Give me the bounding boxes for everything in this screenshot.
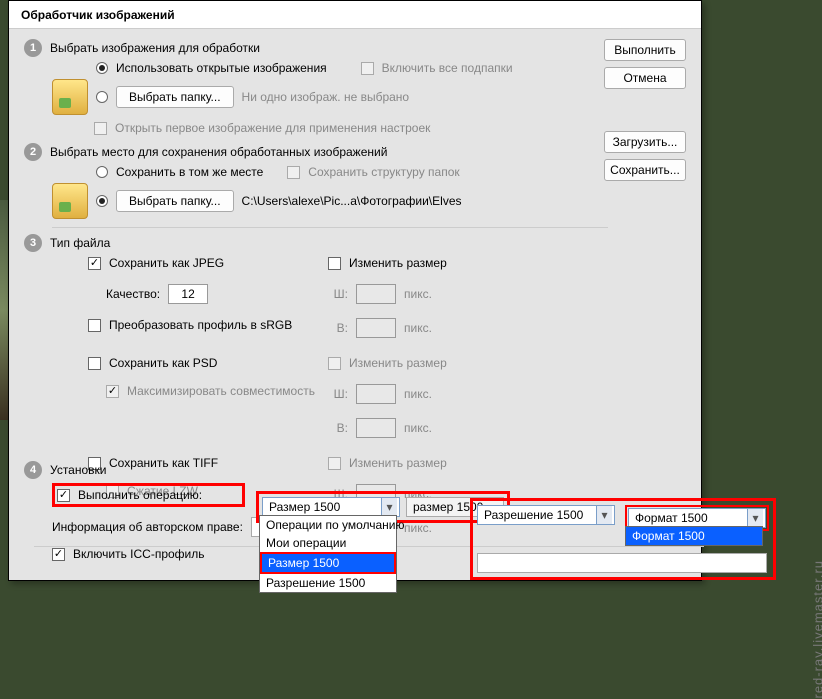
action-set-dropdown[interactable]: Размер 1500▾ bbox=[262, 497, 400, 517]
pick-folder-button-1[interactable]: Выбрать папку... bbox=[116, 86, 234, 108]
psd-label: Сохранить как PSD bbox=[109, 356, 217, 370]
radio-use-open[interactable] bbox=[96, 62, 108, 74]
chk-icc[interactable] bbox=[52, 548, 65, 561]
ext-dropdown-2[interactable]: Формат 1500▾ bbox=[628, 508, 766, 528]
cancel-button[interactable]: Отмена bbox=[604, 67, 686, 89]
jpeg-label: Сохранить как JPEG bbox=[109, 256, 224, 270]
maxcompat-label: Максимизировать совместимость bbox=[127, 384, 315, 398]
save-path: C:\Users\alexe\Pic...a\Фотографии\Elves bbox=[242, 194, 462, 208]
srgb-label: Преобразовать профиль в sRGB bbox=[109, 318, 292, 332]
chk-jpeg[interactable] bbox=[88, 257, 101, 270]
watermark: red-ray.livemaster.ru bbox=[811, 560, 822, 699]
pick-folder-button-2[interactable]: Выбрать папку... bbox=[116, 190, 234, 212]
dd-item-default[interactable]: Операции по умолчанию bbox=[260, 516, 396, 534]
ext-dropdown-2-list[interactable]: Формат 1500 bbox=[625, 526, 763, 546]
dialog-title: Обработчик изображений bbox=[21, 8, 175, 22]
chk-maxcompat bbox=[106, 385, 119, 398]
save-button[interactable]: Сохранить... bbox=[604, 159, 686, 181]
step-badge-4: 4 bbox=[24, 461, 42, 479]
open-first-label: Открыть первое изображение для применени… bbox=[115, 121, 430, 135]
chk-resize-jpeg[interactable] bbox=[328, 257, 341, 270]
resize-jpeg-label: Изменить размер bbox=[349, 256, 447, 270]
chevron-down-icon: ▾ bbox=[381, 498, 397, 516]
section4-title: Установки bbox=[50, 463, 106, 477]
folder-icon-2 bbox=[52, 183, 88, 219]
none-selected-label: Ни одно изображ. не выбрано bbox=[242, 90, 410, 104]
folder-icon bbox=[52, 79, 88, 115]
chk-srgb[interactable] bbox=[88, 319, 101, 332]
use-open-label: Использовать открытые изображения bbox=[116, 61, 327, 75]
step-badge-3: 3 bbox=[24, 234, 42, 252]
psd-w bbox=[356, 384, 396, 404]
resize-psd-label: Изменить размер bbox=[349, 356, 447, 370]
quality-input[interactable] bbox=[168, 284, 208, 304]
jpeg-w bbox=[356, 284, 396, 304]
chk-psd[interactable] bbox=[88, 357, 101, 370]
ext-dropdown-1[interactable]: Разрешение 1500▾ bbox=[477, 505, 615, 525]
psd-h bbox=[356, 418, 396, 438]
keep-structure-label: Сохранить структуру папок bbox=[308, 165, 459, 179]
same-place-label: Сохранить в том же месте bbox=[116, 165, 263, 179]
chk-open-first bbox=[94, 122, 107, 135]
section2-title: Выбрать место для сохранения обработанны… bbox=[50, 145, 387, 159]
dd-item-res1500[interactable]: Разрешение 1500 bbox=[260, 574, 396, 592]
load-button[interactable]: Загрузить... bbox=[604, 131, 686, 153]
highlight-run-action: Выполнить операцию: bbox=[52, 483, 245, 507]
step-badge-1: 1 bbox=[24, 39, 42, 57]
chevron-down-icon: ▾ bbox=[596, 506, 612, 524]
dd-item-size1500[interactable]: Размер 1500 bbox=[262, 554, 394, 572]
ext-text-input[interactable] bbox=[477, 553, 767, 573]
section3-title: Тип файла bbox=[50, 236, 110, 250]
chk-run-action[interactable] bbox=[57, 489, 70, 502]
section1-title: Выбрать изображения для обработки bbox=[50, 41, 260, 55]
action-set-list[interactable]: Операции по умолчанию Мои операции Разме… bbox=[259, 515, 397, 593]
quality-label: Качество: bbox=[106, 287, 160, 301]
radio-pick-folder[interactable] bbox=[96, 91, 108, 103]
radio-same-place[interactable] bbox=[96, 166, 108, 178]
title-bar: Обработчик изображений bbox=[9, 1, 701, 29]
chk-keep-structure bbox=[287, 166, 300, 179]
run-action-label: Выполнить операцию: bbox=[78, 488, 202, 502]
chevron-down-icon: ▾ bbox=[747, 509, 763, 527]
chk-subfolders bbox=[361, 62, 374, 75]
radio-save-folder[interactable] bbox=[96, 195, 108, 207]
subfolders-label: Включить все подпапки bbox=[382, 61, 513, 75]
chk-resize-psd bbox=[328, 357, 341, 370]
dd-item-format1500[interactable]: Формат 1500 bbox=[626, 527, 762, 545]
step-badge-2: 2 bbox=[24, 143, 42, 161]
copyright-label: Информация об авторском праве: bbox=[52, 520, 243, 534]
dd-item-my[interactable]: Мои операции bbox=[260, 534, 396, 552]
run-button[interactable]: Выполнить bbox=[604, 39, 686, 61]
icc-label: Включить ICC-профиль bbox=[73, 547, 205, 561]
jpeg-h bbox=[356, 318, 396, 338]
